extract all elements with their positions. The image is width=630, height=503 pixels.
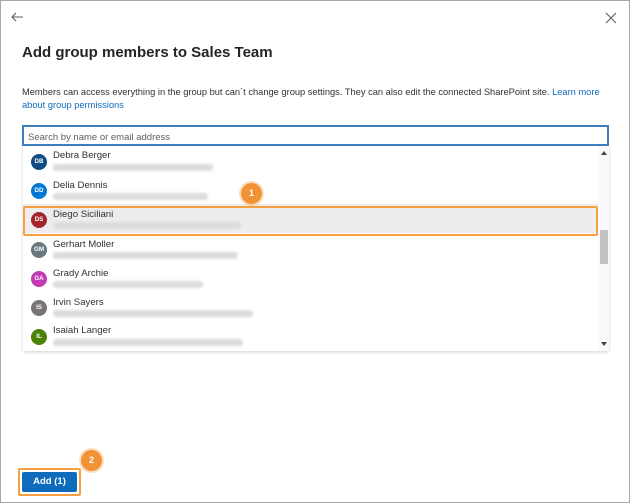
person-name: Irvin Sayers	[53, 297, 104, 308]
person-name: Gerhart Moller	[53, 239, 115, 250]
scroll-down-arrow-icon[interactable]	[601, 342, 607, 346]
dialog-description: Members can access everything in the gro…	[22, 86, 608, 112]
scrollbar[interactable]	[598, 146, 609, 351]
person-email-redacted	[53, 193, 208, 200]
person-email-redacted	[53, 252, 238, 259]
add-button[interactable]: Add (1)	[22, 472, 77, 492]
scrollbar-thumb[interactable]	[600, 230, 608, 264]
person-email-redacted	[53, 164, 213, 171]
person-name: Isaiah Langer	[53, 325, 112, 336]
close-icon[interactable]	[605, 11, 617, 24]
person-email-redacted	[53, 281, 203, 288]
person-row[interactable]: DS Diego Siciliani	[23, 204, 598, 233]
callout-badge-1: 1	[241, 183, 262, 204]
description-text: Members can access everything in the gro…	[22, 87, 550, 97]
person-email-redacted	[53, 339, 243, 346]
person-name: Debra Berger	[53, 150, 111, 161]
add-button-highlight: Add (1)	[18, 468, 81, 496]
search-input[interactable]	[24, 129, 607, 146]
person-name: Diego Siciliani	[53, 209, 114, 220]
avatar: GA	[31, 271, 47, 287]
dialog-title: Add group members to Sales Team	[22, 44, 273, 61]
person-email-redacted	[53, 310, 253, 317]
person-row[interactable]: DB Debra Berger	[23, 146, 598, 175]
person-name: Grady Archie	[53, 268, 109, 279]
person-row[interactable]: GA Grady Archie	[23, 263, 598, 292]
person-name: Delia Dennis	[53, 180, 108, 191]
person-row[interactable]: GM Gerhart Moller	[23, 234, 598, 263]
search-box	[22, 125, 609, 146]
avatar: IL	[31, 329, 47, 345]
avatar: IS	[31, 300, 47, 316]
person-row[interactable]: DD Delia Dennis	[23, 175, 598, 204]
avatar: DD	[31, 183, 47, 199]
people-dropdown-list: IL Isaiah Langer IS Irvin Sayers GA Grady Arc…	[23, 146, 609, 351]
scroll-up-arrow-icon[interactable]	[601, 151, 607, 155]
person-row[interactable]: IL Isaiah Langer	[23, 321, 598, 350]
person-email-redacted	[53, 222, 241, 229]
avatar: GM	[31, 242, 47, 258]
callout-badge-2: 2	[81, 450, 102, 471]
dialog: Add group members to Sales Team Members …	[0, 0, 630, 503]
avatar: DB	[31, 154, 47, 170]
avatar: DS	[31, 212, 47, 228]
person-row[interactable]: IS Irvin Sayers	[23, 292, 598, 321]
back-arrow-icon[interactable]	[10, 10, 24, 24]
